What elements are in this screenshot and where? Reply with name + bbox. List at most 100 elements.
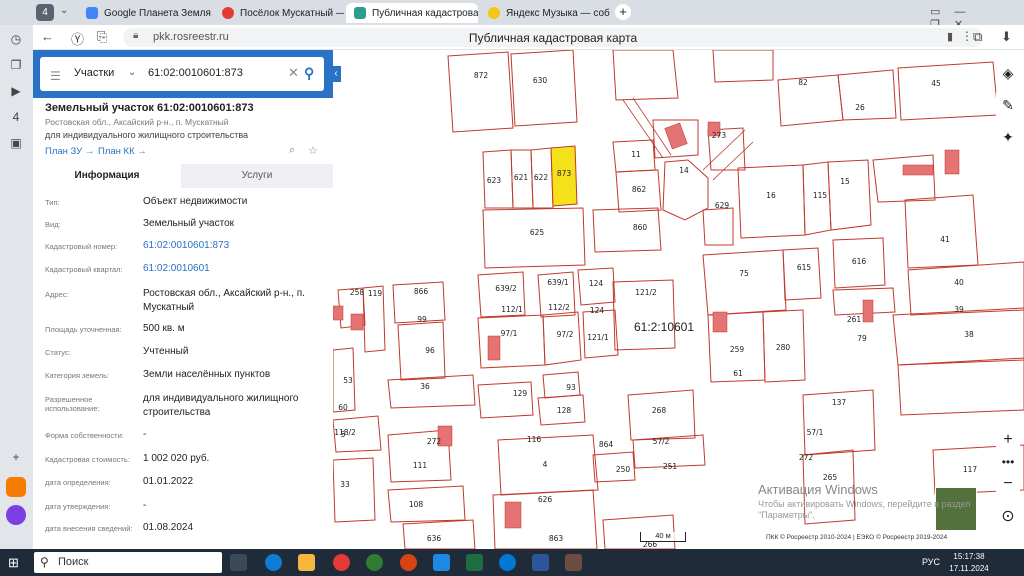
location-icon[interactable]: ⊙ (996, 505, 1020, 529)
url-field[interactable]: 🔒︎ pkk.rosreestr.ru Публичная кадастрова… (123, 28, 983, 47)
tab-info[interactable]: Информация (33, 164, 181, 188)
chrome-icon[interactable] (366, 554, 383, 571)
add-icon[interactable]: + (8, 449, 24, 465)
clock[interactable]: 15:17:38 17.11.2024 (944, 551, 994, 575)
download-icon[interactable]: ⬇ (1001, 29, 1012, 45)
extensions-icon[interactable]: ⧉ (973, 29, 982, 45)
bookmark-icon[interactable]: ▮ (947, 30, 953, 43)
quarter-label: 61:2:10601 (634, 320, 694, 334)
tab-yandex-music[interactable]: Яндекс Музыка — собир (480, 3, 610, 23)
collections-icon[interactable]: ❐ (8, 57, 24, 73)
app-icon[interactable] (565, 554, 582, 571)
parcel-number: 622 (534, 173, 549, 182)
parcel-number: 111 (413, 461, 428, 470)
search-icon[interactable]: ⚲ (304, 65, 314, 82)
info-row-value[interactable]: 61:02:0010601 (143, 262, 328, 276)
info-row-value: - (143, 500, 147, 511)
yandex-browser-icon[interactable] (333, 554, 350, 571)
parcel-number: 873 (557, 169, 572, 178)
zoom-in-button[interactable]: + (996, 428, 1020, 452)
info-row-label: Площадь уточненная: (45, 325, 122, 334)
parcel-number: 250 (616, 465, 631, 474)
ruler-icon[interactable]: ✎ (996, 92, 1020, 118)
tab-label: Посёлок Мускатный — Я (240, 7, 344, 19)
parcel-number: 60 (338, 403, 348, 412)
excel-icon[interactable] (466, 554, 483, 571)
layers-icon[interactable]: ◈ (996, 60, 1020, 86)
zoom-out-button[interactable]: − (996, 472, 1020, 496)
parcel-number: 39 (954, 305, 964, 314)
word-icon[interactable] (532, 554, 549, 571)
more-tools-icon[interactable]: ••• (996, 450, 1020, 474)
counter-icon[interactable]: 4 (8, 109, 24, 125)
more-icon[interactable]: ⋮ (961, 29, 973, 43)
parcel-number: 93 (566, 383, 576, 392)
tab-services[interactable]: Услуги (181, 164, 333, 188)
info-row-label: Адрес: (45, 290, 69, 299)
search-nearby-icon[interactable]: ⌕ (289, 144, 295, 157)
windows-start-icon[interactable]: ⊞ (8, 555, 19, 571)
parcel-number: 639/2 (495, 284, 517, 293)
map-pin-icon (222, 7, 234, 19)
edge-icon[interactable] (265, 554, 282, 571)
favorite-icon[interactable]: ☆ (308, 144, 318, 157)
chevron-down-icon[interactable]: ⌄ (128, 67, 136, 78)
language-indicator[interactable]: РУС (922, 557, 940, 567)
collapse-panel-button[interactable]: ‹ (331, 66, 341, 82)
parcel-number: 112/2 (548, 303, 570, 312)
back-icon[interactable]: ← (41, 29, 54, 44)
store-icon[interactable] (433, 554, 450, 571)
bookmark-manager-icon[interactable]: ⎘ (97, 29, 107, 45)
apps-icon[interactable]: ▣ (8, 135, 24, 151)
search-input[interactable]: 61:02:0010601:873 (148, 67, 243, 79)
play-icon[interactable]: ▶ (8, 83, 24, 99)
plan-kk-link[interactable]: План КК → (98, 146, 147, 157)
yandex-icon[interactable]: Ⓨ (71, 29, 84, 48)
info-row-value: Земли населённых пунктов (143, 369, 271, 380)
parcel-number: 97/2 (557, 330, 574, 339)
parcel-number: 14 (679, 166, 689, 175)
info-row-label: Статус: (45, 348, 71, 357)
clear-icon[interactable]: ✕ (288, 65, 299, 81)
info-row-label: Кадастровый квартал: (45, 265, 123, 274)
parcel-number: 273 (712, 131, 727, 140)
parcel-number: 38 (964, 330, 974, 339)
info-row-label: Разрешенное использование: (45, 395, 100, 413)
tab-google-earth[interactable]: Google Планета Земля (78, 3, 213, 23)
info-row-label: Кадастровый номер: (45, 242, 118, 251)
info-row-value[interactable]: 61:02:0010601:873 (143, 239, 328, 253)
parcel-number: 115 (813, 191, 828, 200)
tab-cadastral-map[interactable]: Публичная кадастрова ✕ (346, 3, 478, 23)
search-type-select[interactable]: Участки (74, 67, 114, 79)
plan-zu-link[interactable]: План ЗУ → (45, 146, 94, 157)
parcel-number: 259 (730, 345, 745, 354)
parcel-layer[interactable]: 872630 8226452731114623 621 622 873862629161… (333, 50, 1024, 549)
folder-icon[interactable] (298, 554, 315, 571)
cadastral-map[interactable]: 872 630 82 26 45 273 11 14 623 621 622 873 862 629 16 1… (333, 50, 1024, 549)
earth-icon (86, 7, 98, 19)
menu-icon[interactable]: ☰ (50, 69, 61, 83)
parcel-number: 639/1 (547, 278, 569, 287)
parcel-number: 45 (931, 79, 941, 88)
search-box[interactable]: ☰ Участки ⌄ 61:02:0010601:873 ✕ ⚲ (40, 57, 324, 91)
info-row-value: 500 кв. м (143, 323, 185, 334)
info-row-label: дата внесения сведений: (45, 524, 133, 533)
tab-yandex-maps[interactable]: Посёлок Мускатный — Я (214, 3, 344, 23)
new-tab-button[interactable]: + (615, 4, 631, 20)
app-icon[interactable] (400, 554, 417, 571)
task-view-icon[interactable] (230, 554, 247, 571)
taskbar-search[interactable]: ⚲ Поиск (34, 552, 222, 573)
parcel-number: 872 (474, 71, 489, 80)
tab-counter[interactable]: 4 (36, 4, 54, 21)
chevron-down-icon[interactable]: ⌄ (60, 5, 68, 16)
compass-icon[interactable]: ✦ (996, 124, 1020, 150)
parcel-number: 57/2 (653, 437, 670, 446)
alice-icon[interactable] (6, 505, 26, 525)
parcel-number: 118/2 (334, 428, 356, 437)
history-icon[interactable]: ◷ (8, 31, 24, 47)
app-icon[interactable] (499, 554, 516, 571)
mail-icon[interactable] (6, 477, 26, 497)
parcel-number: 626 (538, 495, 553, 504)
info-row-label: дата определения: (45, 478, 111, 487)
parcel-number: 860 (633, 223, 648, 232)
